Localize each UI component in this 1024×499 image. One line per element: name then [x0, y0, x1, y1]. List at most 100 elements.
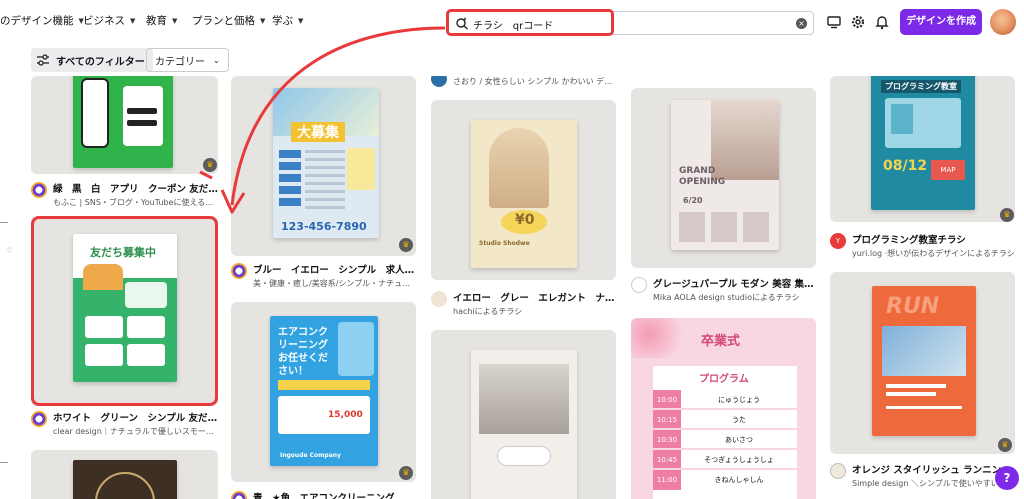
- thumb-company: Ingoude Company: [280, 452, 341, 459]
- program-label: うた: [732, 416, 746, 424]
- bell-icon[interactable]: [874, 14, 890, 30]
- template-card[interactable]: ♛: [31, 76, 218, 174]
- template-thumbnail: RUN: [872, 286, 976, 436]
- template-thumbnail: [73, 460, 177, 499]
- thumb-heading: 大募集: [291, 122, 345, 142]
- nav-item-learn[interactable]: 学ぶ ▼: [272, 13, 303, 28]
- avatar[interactable]: [990, 9, 1016, 35]
- create-design-button[interactable]: デザインを作成: [900, 9, 982, 35]
- template-meta: さおり / 女性らしい シンプル かわいい デザイ…: [431, 76, 616, 87]
- divider: [0, 222, 8, 223]
- template-thumbnail: [471, 350, 577, 499]
- template-author[interactable]: もふこ | SNS・ブログ・YouTubeに使えるデ…: [53, 197, 218, 208]
- author-avatar: [231, 263, 247, 279]
- author-avatar: [31, 411, 47, 427]
- crown-icon: ♛: [1000, 208, 1014, 222]
- template-author[interactable]: さおり / 女性らしい シンプル かわいい デザイ…: [453, 76, 616, 87]
- template-meta: イエロー グレー エレガント ナチ… hachiによるチラシ: [431, 290, 616, 317]
- template-meta: 青 ★角 エアコンクリーニング キ…: [231, 490, 416, 499]
- template-title[interactable]: オレンジ スタイリッシュ ランニング…: [852, 462, 1015, 476]
- template-card[interactable]: ¥0 Studio Shodwe: [431, 100, 616, 280]
- template-thumbnail: ¥0 Studio Shodwe: [471, 120, 577, 268]
- template-card[interactable]: プログラミング教室 08/12 MAP ♛: [830, 76, 1015, 222]
- template-meta: オレンジ スタイリッシュ ランニング… Simple design ＼シンプルで使…: [830, 462, 1015, 489]
- crown-icon: ♛: [399, 466, 413, 480]
- template-title[interactable]: グレージュパープル モダン 美容 集客…: [653, 276, 816, 290]
- template-title[interactable]: プログラミング教室チラシ: [852, 232, 1015, 246]
- program-label: あいさつ: [725, 436, 753, 444]
- program-time: 11:00: [653, 470, 681, 490]
- thumb-heading: プログラミング教室: [881, 80, 961, 93]
- divider: [0, 462, 8, 463]
- program-time: 10:00: [653, 390, 681, 408]
- thumb-map: MAP: [931, 160, 965, 180]
- template-title[interactable]: 青 ★角 エアコンクリーニング キ…: [253, 490, 416, 499]
- thumb-heading: エアコンクリーニングお任せください！: [278, 327, 328, 377]
- template-author[interactable]: clear design｜ナチュラルで優しいスモールビ…: [53, 426, 218, 437]
- help-button[interactable]: ?: [995, 466, 1019, 490]
- category-dropdown[interactable]: カテゴリー ⌄: [146, 48, 229, 72]
- template-thumbnail: 大募集 123-456-7890: [273, 88, 379, 238]
- template-card[interactable]: 卒業式 プログラム 10:00 にゅうじょう 10:15 うた 10:30 あいさつ …: [631, 318, 816, 499]
- template-author[interactable]: yuri.log ·想いが伝わるデザインによるチラシ: [852, 248, 1015, 259]
- nav-item-features[interactable]: のデザイン機能 ▼: [0, 13, 84, 28]
- template-title[interactable]: イエロー グレー エレガント ナチ…: [453, 290, 616, 304]
- template-author[interactable]: 美・健康・癒し/美容系/シンプル・ナチュラル…: [253, 278, 416, 289]
- chevron-icon[interactable]: ♢: [6, 246, 13, 255]
- nav-item-pricing[interactable]: プランと価格 ▼: [192, 13, 265, 28]
- template-title[interactable]: ブルー イエロー シンプル 求人 A…: [253, 262, 416, 276]
- chevron-down-icon: ▼: [172, 16, 178, 25]
- template-card[interactable]: GRAND OPENING 6/20: [631, 88, 816, 268]
- chevron-down-icon: ▼: [260, 16, 266, 25]
- crown-icon: ♛: [399, 238, 413, 252]
- program-time: 10:15: [653, 410, 681, 428]
- sliders-icon: [37, 54, 49, 66]
- template-card[interactable]: RUN ♛: [830, 272, 1015, 454]
- nav-item-business[interactable]: ビジネス ▼: [83, 13, 135, 28]
- thumb-heading: GRAND OPENING: [679, 166, 726, 187]
- template-card[interactable]: [31, 450, 218, 499]
- all-filters-label: すべてのフィルター: [56, 56, 145, 68]
- crown-icon: ♛: [203, 158, 217, 172]
- thumb-date: 08/12: [883, 158, 928, 174]
- template-author[interactable]: Simple design ＼シンプルで使いやすい…: [852, 478, 1015, 489]
- thumb-subheading: プログラム: [699, 374, 749, 385]
- author-avatar: Y: [830, 233, 846, 249]
- thumb-heading: RUN: [886, 294, 940, 319]
- template-author[interactable]: hachiによるチラシ: [453, 306, 616, 317]
- template-author[interactable]: Mika AOLA design studioによるチラシ: [653, 292, 816, 303]
- author-avatar: [631, 277, 647, 293]
- gear-icon[interactable]: [850, 14, 866, 30]
- program-table: 10:00 にゅうじょう 10:15 うた 10:30 あいさつ 10:45 そつぎょう…: [653, 390, 797, 490]
- author-avatar: [231, 491, 247, 499]
- template-thumbnail: プログラミング教室 08/12 MAP: [871, 76, 975, 210]
- thumb-phone: 123-456-7890: [281, 220, 367, 233]
- chevron-down-icon: ▼: [130, 16, 136, 25]
- template-title[interactable]: ホワイト グリーン シンプル 友だち…: [53, 410, 218, 424]
- program-time: 10:30: [653, 430, 681, 448]
- template-card[interactable]: エアコンクリーニングお任せください！ 15,000 Ingoude Compan…: [231, 302, 416, 482]
- crown-icon: ♛: [998, 438, 1012, 452]
- nav-item-education[interactable]: 教育 ▼: [146, 13, 177, 28]
- desktop-app-icon[interactable]: [826, 14, 842, 30]
- program-time: 10:45: [653, 450, 681, 468]
- all-filters-button[interactable]: すべてのフィルター: [31, 48, 153, 72]
- chevron-down-icon: ⌄: [213, 55, 220, 65]
- template-meta: ホワイト グリーン シンプル 友だち… clear design｜ナチュラルで優し…: [31, 410, 218, 437]
- author-avatar: [830, 463, 846, 479]
- author-avatar: [431, 291, 447, 307]
- template-annotation-box: [31, 216, 218, 406]
- chevron-down-icon: ▼: [298, 16, 304, 25]
- clear-search-icon[interactable]: ×: [796, 18, 807, 29]
- thumb-studio: Studio Shodwe: [479, 240, 530, 247]
- thumb-heading: 卒業式: [701, 334, 741, 349]
- template-meta: Y プログラミング教室チラシ yuri.log ·想いが伝わるデザインによるチラシ: [830, 232, 1015, 259]
- author-avatar: [31, 182, 47, 198]
- template-meta: グレージュパープル モダン 美容 集客… Mika AOLA design stu…: [631, 276, 816, 303]
- thumb-price: ¥0: [515, 212, 535, 228]
- template-title[interactable]: 緑 黒 白 アプリ クーポン 友だち…: [53, 181, 218, 195]
- program-label: にゅうじょう: [718, 396, 760, 404]
- template-thumbnail: 卒業式 プログラム 10:00 にゅうじょう 10:15 うた 10:30 あいさつ …: [631, 318, 816, 499]
- template-card[interactable]: 大募集 123-456-7890 ♛: [231, 76, 416, 256]
- template-card[interactable]: [431, 330, 616, 499]
